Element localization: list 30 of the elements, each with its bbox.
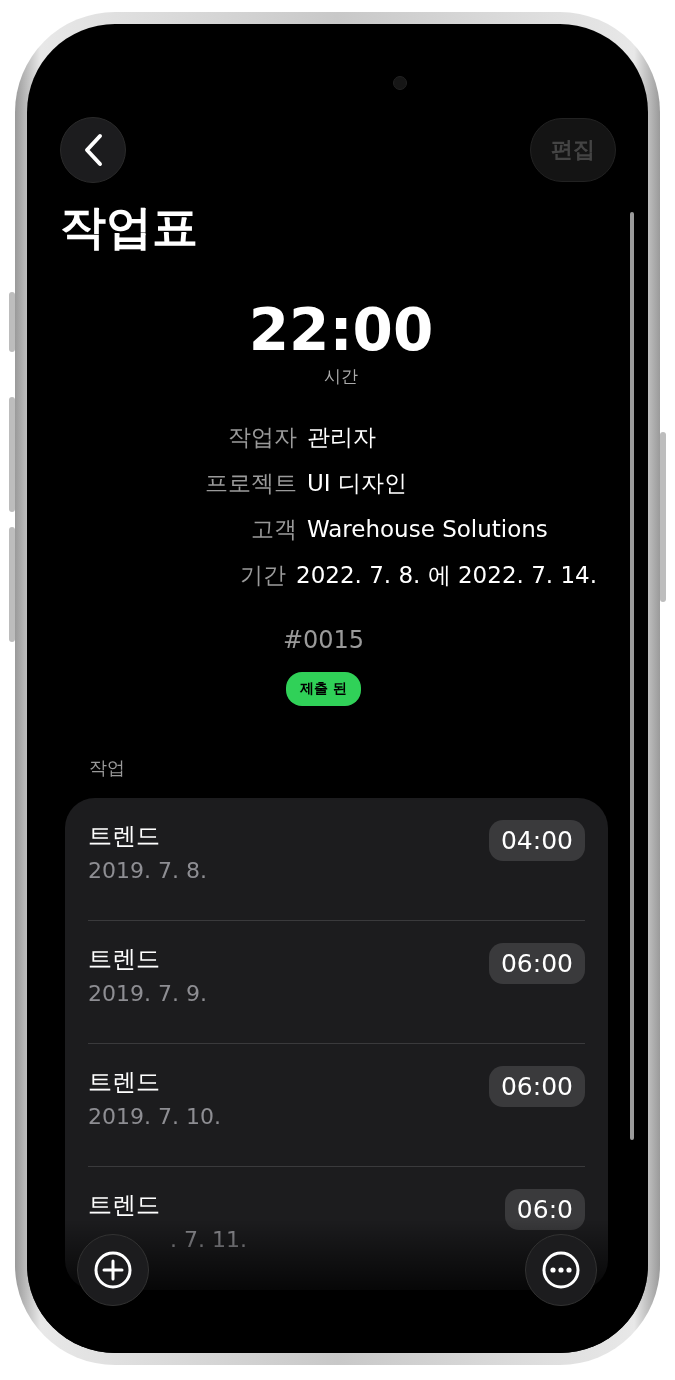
plus-circle-icon: [93, 1250, 133, 1290]
task-duration: 04:00: [488, 820, 585, 861]
task-name: 트렌드: [88, 944, 161, 975]
chevron-left-icon: [82, 133, 104, 167]
task-name: 트렌드: [88, 821, 161, 852]
detail-value: UI 디자인: [307, 468, 407, 498]
timesheet-number: #0015: [281, 626, 366, 654]
task-date: 2019. 7. 9.: [88, 981, 207, 1006]
total-time: 22:00: [248, 297, 434, 363]
task-date: 2019. 7. 10.: [88, 1104, 221, 1129]
detail-label: 프로젝트: [204, 468, 297, 498]
detail-label: 고객: [250, 514, 297, 544]
detail-label: 작업자: [227, 422, 297, 452]
total-label: 시간: [324, 365, 358, 388]
detail-label: 기간: [239, 560, 286, 590]
task-date: 2019. 7. 8.: [88, 858, 207, 883]
task-duration: 06:00: [488, 1066, 585, 1107]
task-name: 트렌드: [88, 1190, 161, 1221]
task-date: . 7. 11.: [169, 1227, 247, 1252]
detail-value: Warehouse Solutions: [307, 516, 548, 542]
detail-value: 관리자: [307, 422, 376, 452]
page-title: 작업표: [60, 199, 199, 256]
more-icon: [541, 1250, 581, 1290]
task-name: 트렌드: [88, 1067, 161, 1098]
task-duration: 06:0: [504, 1189, 585, 1230]
section-label: 작업: [89, 756, 126, 780]
camera-icon: [393, 76, 407, 90]
detail-value: 2022. 7. 8. 에 2022. 7. 14.: [296, 560, 597, 590]
status-badge: 제출 된: [286, 672, 361, 706]
task-duration: 06:00: [488, 943, 585, 984]
